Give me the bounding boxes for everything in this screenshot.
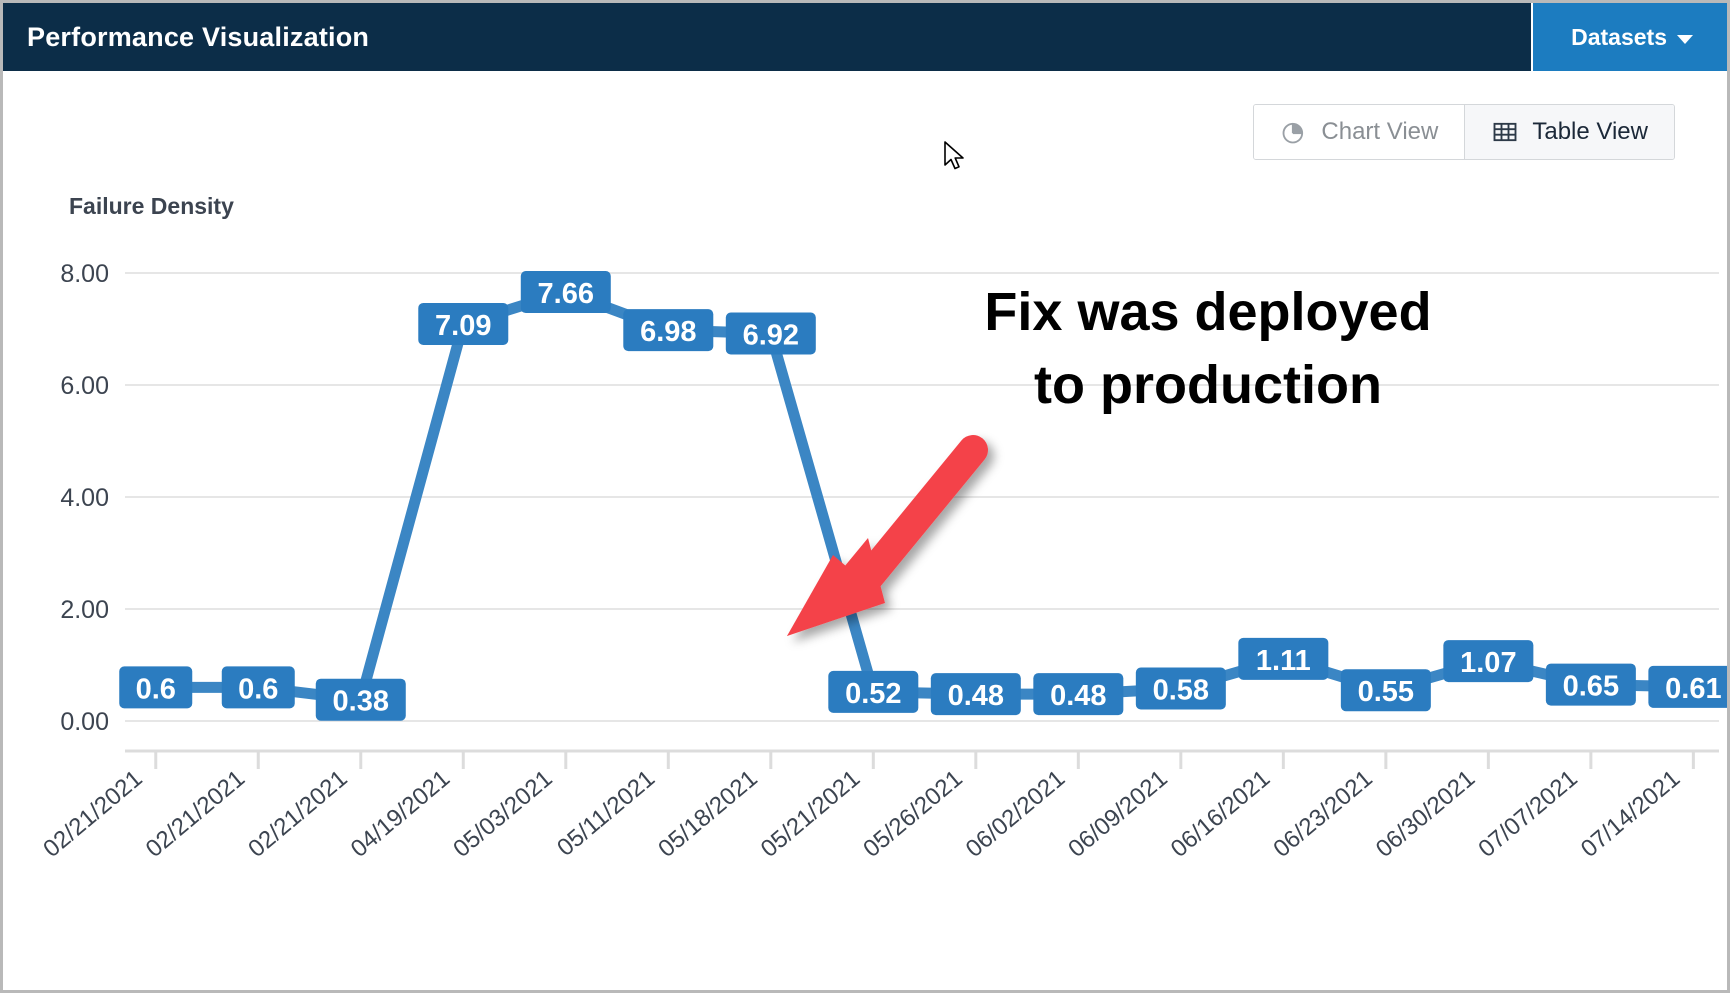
svg-text:4.00: 4.00 — [60, 484, 109, 512]
svg-text:05/18/2021: 05/18/2021 — [653, 765, 762, 863]
table-view-label: Table View — [1532, 118, 1648, 145]
svg-text:6.92: 6.92 — [743, 319, 799, 351]
svg-text:0.55: 0.55 — [1358, 676, 1414, 708]
table-view-button[interactable]: Table View — [1464, 105, 1674, 159]
svg-text:07/07/2021: 07/07/2021 — [1473, 765, 1582, 863]
svg-text:0.65: 0.65 — [1563, 671, 1619, 703]
svg-text:0.48: 0.48 — [1050, 680, 1106, 712]
svg-text:0.48: 0.48 — [948, 680, 1004, 712]
datasets-dropdown-button[interactable]: Datasets — [1531, 3, 1727, 71]
svg-text:6.98: 6.98 — [640, 316, 696, 348]
chart-view-label: Chart View — [1321, 118, 1439, 145]
mouse-cursor — [944, 141, 964, 170]
svg-text:05/26/2021: 05/26/2021 — [858, 765, 967, 863]
svg-text:07/14/2021: 07/14/2021 — [1576, 765, 1685, 863]
svg-text:0.61: 0.61 — [1665, 673, 1721, 705]
svg-text:06/30/2021: 06/30/2021 — [1371, 765, 1480, 863]
svg-text:06/09/2021: 06/09/2021 — [1063, 765, 1172, 863]
annotation-line-1: Fix was deployed — [984, 282, 1432, 342]
svg-text:05/03/2021: 05/03/2021 — [448, 765, 557, 863]
svg-text:0.52: 0.52 — [845, 678, 901, 710]
svg-text:06/16/2021: 06/16/2021 — [1166, 765, 1275, 863]
svg-text:0.00: 0.00 — [60, 708, 109, 736]
page-title: Performance Visualization — [27, 21, 370, 52]
svg-text:2.00: 2.00 — [60, 596, 109, 624]
svg-text:02/21/2021: 02/21/2021 — [243, 765, 352, 863]
svg-text:7.66: 7.66 — [538, 278, 594, 310]
view-toggle-group: Chart View Table View — [1253, 104, 1675, 160]
svg-text:06/02/2021: 06/02/2021 — [961, 765, 1070, 863]
datasets-label: Datasets — [1571, 23, 1667, 50]
svg-text:05/11/2021: 05/11/2021 — [552, 765, 660, 862]
svg-text:0.58: 0.58 — [1153, 675, 1209, 707]
svg-text:6.00: 6.00 — [60, 372, 109, 400]
chevron-down-icon — [1677, 34, 1693, 44]
svg-text:0.6: 0.6 — [238, 673, 278, 705]
annotation-text: Fix was deployed to production — [948, 276, 1468, 423]
svg-text:7.09: 7.09 — [435, 310, 491, 342]
annotation-line-2: to production — [1034, 355, 1382, 416]
svg-text:06/23/2021: 06/23/2021 — [1268, 765, 1377, 863]
svg-text:02/21/2021: 02/21/2021 — [141, 765, 250, 863]
svg-text:04/19/2021: 04/19/2021 — [346, 765, 455, 863]
svg-text:1.11: 1.11 — [1256, 645, 1311, 677]
y-axis-tick-labels: 8.00 6.00 4.00 2.00 0.00 — [60, 260, 109, 736]
pie-chart-icon — [1280, 118, 1308, 146]
chart-title: Failure Density — [69, 193, 234, 219]
svg-text:0.6: 0.6 — [136, 673, 176, 705]
svg-text:8.00: 8.00 — [60, 260, 109, 288]
svg-text:1.07: 1.07 — [1460, 647, 1516, 679]
grid-table-icon — [1491, 118, 1519, 146]
svg-text:05/21/2021: 05/21/2021 — [756, 765, 865, 863]
arrow-down-left-icon — [787, 435, 988, 636]
app-header: Performance Visualization Datasets — [3, 3, 1727, 71]
svg-text:0.38: 0.38 — [333, 686, 389, 718]
svg-text:02/21/2021: 02/21/2021 — [38, 765, 147, 863]
chart-view-button[interactable]: Chart View — [1254, 105, 1465, 159]
x-axis-tick-labels: 02/21/202102/21/202102/21/202104/19/2021… — [38, 765, 1685, 863]
app-window: Performance Visualization Datasets Chart… — [0, 0, 1730, 993]
